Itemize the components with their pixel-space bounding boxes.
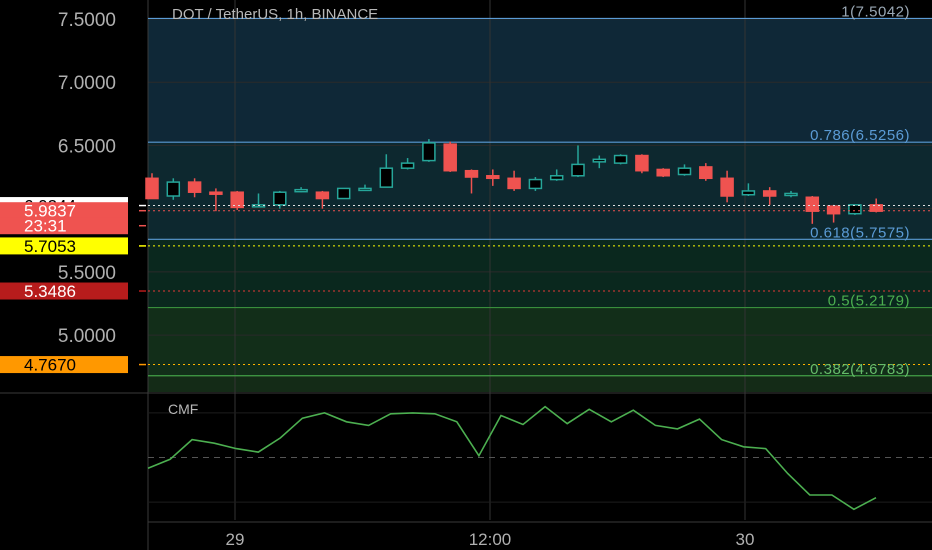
- candle-body: [677, 167, 692, 176]
- price-tick-label: 6.5000: [58, 136, 116, 157]
- fib-label: 0.382(4.6783): [810, 361, 910, 378]
- price-label-box: 5.7053: [0, 237, 146, 256]
- price-label-text: 23:31: [24, 217, 67, 236]
- candle-body: [571, 163, 585, 177]
- price-label-box: 5.3486: [0, 282, 146, 301]
- candle-body: [805, 196, 820, 212]
- candle-body: [336, 187, 351, 200]
- candle-body: [145, 177, 159, 200]
- candle-body: [826, 205, 841, 215]
- price-tick-label: 7.5000: [58, 10, 116, 31]
- price-label-box: 4.7670: [0, 356, 146, 375]
- time-tick-label: 30: [736, 530, 755, 549]
- candle-body: [848, 204, 862, 215]
- candle-body: [549, 175, 564, 181]
- candle-body: [784, 192, 798, 197]
- fib-label: 0.5(5.2179): [828, 293, 910, 310]
- candle: [656, 168, 670, 178]
- candle-body: [294, 188, 308, 193]
- candle-body: [486, 175, 500, 180]
- candle-body: [379, 167, 394, 188]
- fib-zone: [148, 239, 932, 308]
- candle-body: [699, 166, 713, 180]
- candle-body: [720, 177, 734, 197]
- price-label-box: 23:31: [0, 217, 146, 236]
- candle: [336, 187, 351, 200]
- fib-zones: [148, 0, 932, 392]
- candle-body: [656, 168, 670, 177]
- price-label-text: 4.7670: [24, 356, 76, 375]
- candle-body: [507, 177, 521, 190]
- time-tick-label: 29: [226, 530, 245, 549]
- candle-body: [273, 191, 287, 206]
- candle-body: [528, 178, 543, 190]
- candle: [422, 139, 436, 162]
- price-tick-label: 7.0000: [58, 73, 116, 94]
- candle-body: [635, 154, 649, 172]
- candle-body: [869, 204, 883, 212]
- price-label-text: 5.7053: [24, 237, 76, 256]
- candle-body: [315, 191, 330, 200]
- fib-label: 0.786(6.5256): [810, 127, 910, 144]
- fib-zone: [148, 375, 932, 392]
- candle-body: [187, 181, 202, 193]
- chart-canvas[interactable]: 1(7.5042) 0.786(6.5256) 0.618(5.7575) 0.5(5…: [0, 0, 932, 550]
- cmf-pane: [147, 405, 932, 523]
- candle: [613, 154, 628, 165]
- price-tick-label: 5.0000: [58, 326, 116, 347]
- fib-zone: [148, 18, 932, 143]
- candle: [230, 190, 244, 210]
- candle-body: [443, 143, 457, 172]
- candle-body: [613, 154, 628, 164]
- candle-body: [464, 169, 479, 178]
- price-labels: 6.02445.983723:315.70535.34864.7670: [0, 197, 146, 375]
- candle: [166, 178, 181, 200]
- indicator-name: CMF: [168, 401, 198, 417]
- price-label-text: 5.3486: [24, 282, 76, 301]
- candle-body: [209, 191, 223, 195]
- time-axis[interactable]: 29 12:00 30: [226, 530, 755, 549]
- candle-body: [741, 190, 756, 196]
- time-tick-label: 12:00: [469, 530, 512, 549]
- candle-body: [166, 181, 181, 197]
- symbol-title: DOT / TetherUS, 1h, BINANCE: [172, 6, 378, 23]
- candle-body: [592, 158, 607, 163]
- candle: [635, 154, 649, 174]
- candle-body: [762, 190, 777, 197]
- candle-body: [400, 162, 415, 169]
- fib-label: 1(7.5042): [841, 3, 910, 20]
- candle: [528, 177, 543, 191]
- candle-body: [358, 187, 372, 192]
- price-tick-label: 5.5000: [58, 263, 116, 284]
- candle: [848, 204, 862, 215]
- fib-label: 0.618(5.7575): [810, 224, 910, 241]
- candle-body: [422, 142, 436, 162]
- candle: [443, 141, 457, 172]
